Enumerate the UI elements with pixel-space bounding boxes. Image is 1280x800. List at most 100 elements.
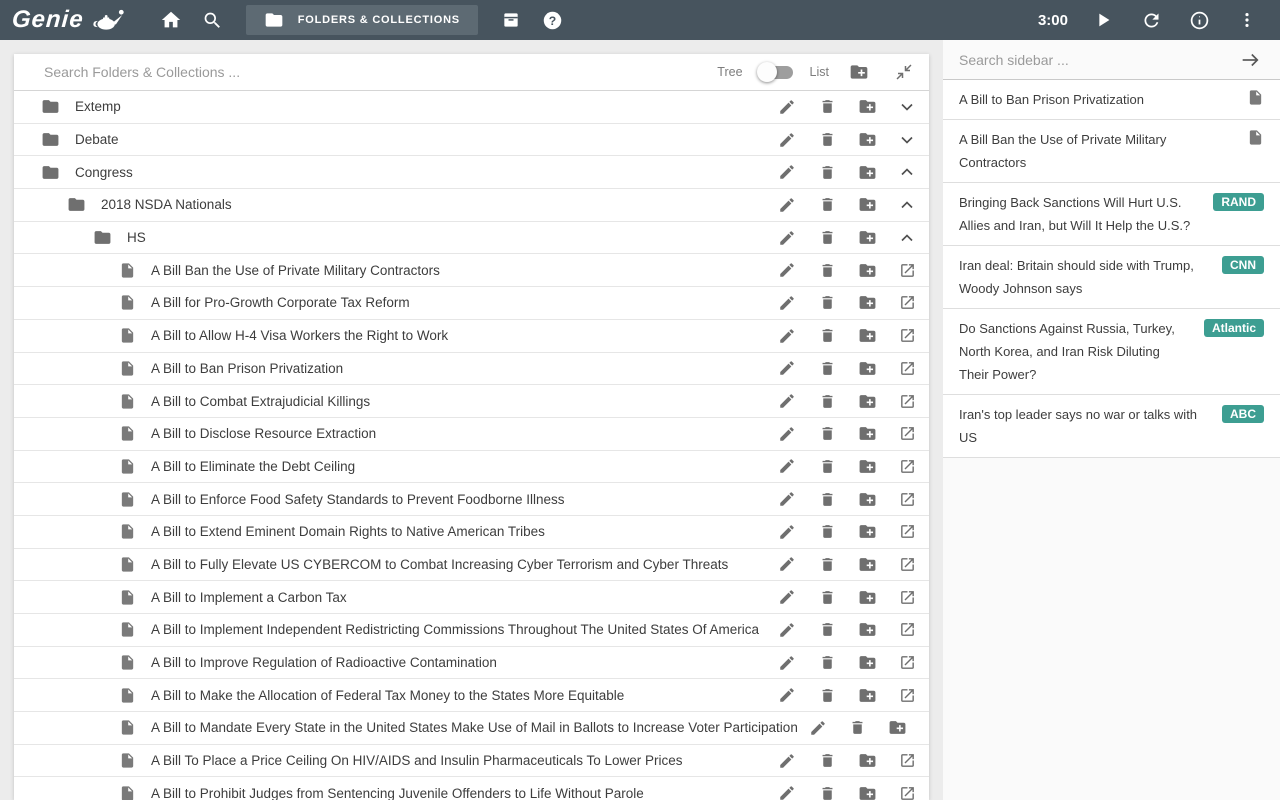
edit-button[interactable]	[767, 746, 807, 776]
edit-button[interactable]	[767, 517, 807, 547]
add-to-folder-button[interactable]	[847, 517, 887, 547]
document-row[interactable]: A Bill to Mandate Every State in the Uni…	[14, 712, 929, 745]
sidebar-result-item[interactable]: Iran's top leader says no war or talks w…	[943, 395, 1280, 458]
edit-button[interactable]	[767, 451, 807, 481]
create-folder-button[interactable]	[844, 57, 874, 87]
open-in-new-button[interactable]	[887, 582, 927, 612]
document-row[interactable]: A Bill to Disclose Resource Extraction	[14, 418, 929, 451]
timer-display[interactable]: 3:00	[1038, 12, 1068, 29]
add-to-folder-button[interactable]	[847, 255, 887, 285]
add-to-folder-button[interactable]	[878, 713, 918, 743]
app-logo[interactable]: Genie	[12, 6, 124, 34]
collapse-button[interactable]	[887, 157, 927, 187]
sidebar-result-item[interactable]: A Bill Ban the Use of Private Military C…	[943, 120, 1280, 183]
delete-button[interactable]	[807, 255, 847, 285]
sidebar-search-input[interactable]: Search sidebar ...	[959, 52, 1236, 68]
edit-button[interactable]	[798, 713, 838, 743]
folder-row[interactable]: 2018 NSDA Nationals	[14, 189, 929, 222]
open-in-new-button[interactable]	[887, 451, 927, 481]
open-in-new-button[interactable]	[887, 648, 927, 678]
edit-button[interactable]	[767, 223, 807, 253]
folder-row[interactable]: Debate	[14, 124, 929, 157]
add-to-folder-button[interactable]	[847, 92, 887, 122]
folder-row[interactable]: Extemp	[14, 91, 929, 124]
document-row[interactable]: A Bill to Extend Eminent Domain Rights t…	[14, 516, 929, 549]
info-button[interactable]	[1178, 0, 1220, 40]
delete-button[interactable]	[807, 92, 847, 122]
tree-list-toggle[interactable]	[760, 66, 793, 79]
edit-button[interactable]	[767, 778, 807, 800]
delete-button[interactable]	[807, 321, 847, 351]
document-row[interactable]: A Bill to Implement a Carbon Tax	[14, 581, 929, 614]
more-options-button[interactable]	[1226, 0, 1268, 40]
add-to-folder-button[interactable]	[847, 549, 887, 579]
open-in-new-button[interactable]	[887, 255, 927, 285]
add-to-folder-button[interactable]	[847, 288, 887, 318]
open-in-new-button[interactable]	[887, 746, 927, 776]
open-in-new-button[interactable]	[887, 517, 927, 547]
sidebar-result-item[interactable]: Iran deal: Britain should side with Trum…	[943, 246, 1280, 309]
edit-button[interactable]	[767, 648, 807, 678]
collapse-all-button[interactable]	[889, 57, 919, 87]
document-row[interactable]: A Bill to Combat Extrajudicial Killings	[14, 385, 929, 418]
edit-button[interactable]	[767, 484, 807, 514]
document-row[interactable]: A Bill to Prohibit Judges from Sentencin…	[14, 777, 929, 800]
delete-button[interactable]	[807, 353, 847, 383]
document-row[interactable]: A Bill to Fully Elevate US CYBERCOM to C…	[14, 549, 929, 582]
help-button[interactable]: ?	[532, 0, 574, 40]
delete-button[interactable]	[807, 157, 847, 187]
open-in-new-button[interactable]	[887, 288, 927, 318]
edit-button[interactable]	[767, 125, 807, 155]
add-to-folder-button[interactable]	[847, 419, 887, 449]
document-row[interactable]: A Bill to Enforce Food Safety Standards …	[14, 483, 929, 516]
document-row[interactable]: A Bill Ban the Use of Private Military C…	[14, 254, 929, 287]
document-row[interactable]: A Bill To Place a Price Ceiling On HIV/A…	[14, 745, 929, 778]
add-to-folder-button[interactable]	[847, 680, 887, 710]
open-in-new-button[interactable]	[887, 419, 927, 449]
document-row[interactable]: A Bill for Pro-Growth Corporate Tax Refo…	[14, 287, 929, 320]
delete-button[interactable]	[807, 680, 847, 710]
delete-button[interactable]	[807, 484, 847, 514]
sidebar-search-submit-button[interactable]	[1236, 45, 1264, 75]
sidebar-result-item[interactable]: Do Sanctions Against Russia, Turkey, Nor…	[943, 309, 1280, 395]
main-search-input[interactable]: Search Folders & Collections ...	[44, 64, 717, 80]
document-row[interactable]: A Bill to Ban Prison Privatization	[14, 353, 929, 386]
refresh-button[interactable]	[1130, 0, 1172, 40]
search-button[interactable]	[192, 0, 234, 40]
delete-button[interactable]	[807, 223, 847, 253]
delete-button[interactable]	[807, 288, 847, 318]
delete-button[interactable]	[807, 746, 847, 776]
delete-button[interactable]	[807, 386, 847, 416]
add-to-folder-button[interactable]	[847, 321, 887, 351]
delete-button[interactable]	[807, 648, 847, 678]
add-to-folder-button[interactable]	[847, 125, 887, 155]
delete-button[interactable]	[807, 582, 847, 612]
edit-button[interactable]	[767, 419, 807, 449]
folder-row[interactable]: Congress	[14, 156, 929, 189]
document-row[interactable]: A Bill to Allow H-4 Visa Workers the Rig…	[14, 320, 929, 353]
delete-button[interactable]	[807, 125, 847, 155]
play-timer-button[interactable]	[1082, 0, 1124, 40]
edit-button[interactable]	[767, 549, 807, 579]
open-in-new-button[interactable]	[887, 549, 927, 579]
collapse-button[interactable]	[887, 223, 927, 253]
document-row[interactable]: A Bill to Implement Independent Redistri…	[14, 614, 929, 647]
open-in-new-button[interactable]	[887, 386, 927, 416]
edit-button[interactable]	[767, 353, 807, 383]
open-in-new-button[interactable]	[918, 713, 929, 743]
open-in-new-button[interactable]	[887, 353, 927, 383]
add-to-folder-button[interactable]	[847, 648, 887, 678]
collapse-button[interactable]	[887, 190, 927, 220]
delete-button[interactable]	[807, 419, 847, 449]
edit-button[interactable]	[767, 255, 807, 285]
edit-button[interactable]	[767, 680, 807, 710]
expand-button[interactable]	[887, 125, 927, 155]
add-to-folder-button[interactable]	[847, 582, 887, 612]
edit-button[interactable]	[767, 92, 807, 122]
sidebar-result-item[interactable]: Bringing Back Sanctions Will Hurt U.S. A…	[943, 183, 1280, 246]
add-to-folder-button[interactable]	[847, 778, 887, 800]
expand-button[interactable]	[887, 92, 927, 122]
edit-button[interactable]	[767, 582, 807, 612]
add-to-folder-button[interactable]	[847, 190, 887, 220]
home-button[interactable]	[150, 0, 192, 40]
